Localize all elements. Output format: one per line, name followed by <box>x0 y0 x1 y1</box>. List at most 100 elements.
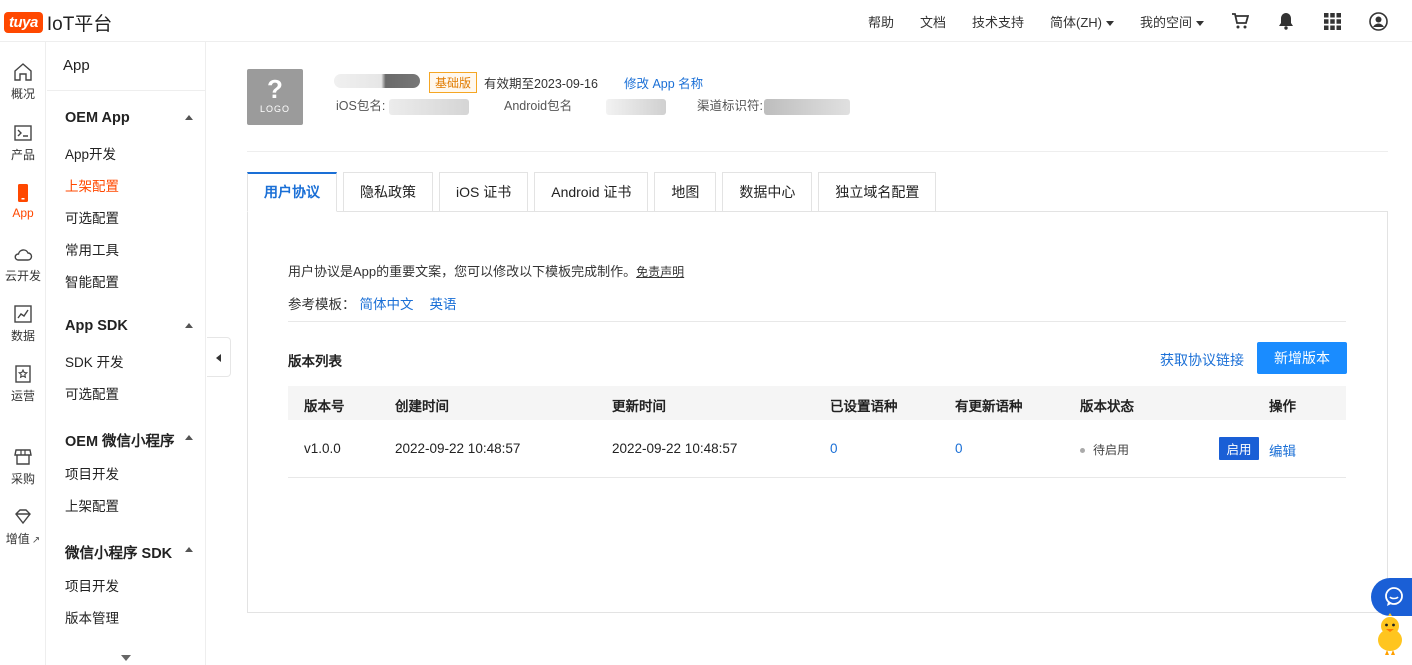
sidebar-item-release-config[interactable]: 上架配置 <box>65 175 119 195</box>
divider <box>47 90 205 91</box>
help-link[interactable]: 帮助 <box>868 12 894 31</box>
column-header: 版本号 <box>304 399 345 414</box>
chevron-down-icon <box>1196 20 1204 26</box>
bookmark-star-icon <box>15 365 31 383</box>
sidebar-item-optional-config[interactable]: 可选配置 <box>65 207 119 227</box>
add-version-button[interactable]: 新增版本 <box>1257 342 1347 374</box>
template-en-link[interactable]: 英语 <box>430 297 457 312</box>
channel-id: 渠道标识符: <box>697 95 851 115</box>
language-label: 简体(ZH) <box>1049 14 1102 30</box>
sidebar-title: App <box>63 57 90 74</box>
rail-label: 概况 <box>10 87 35 101</box>
rail-item-overview[interactable]: 概况 <box>0 62 46 102</box>
updated-cell: 2022-09-22 10:48:57 <box>612 441 738 456</box>
disclaimer-link[interactable]: 免责声明 <box>636 265 684 279</box>
tab-custom-domain[interactable]: 独立域名配置 <box>818 172 937 212</box>
rename-app-link[interactable]: 修改 App 名称 <box>624 73 703 92</box>
set-langs-link[interactable]: 0 <box>830 441 838 456</box>
group-title: App SDK <box>65 318 128 334</box>
rail-label: 增值 <box>5 532 30 546</box>
version-cell: v1.0.0 <box>304 441 341 456</box>
channel-id-redacted <box>764 98 851 115</box>
status-cell: 待启用 <box>1080 441 1129 458</box>
group-title: OEM 微信小程序 <box>65 434 175 450</box>
column-header: 创建时间 <box>395 399 449 414</box>
group-mini-program-sdk[interactable]: 微信小程序 SDK <box>65 542 193 563</box>
sidebar-item-smart-config[interactable]: 智能配置 <box>65 271 119 291</box>
mascot-duck-icon[interactable] <box>1374 612 1406 656</box>
rail-item-value-added[interactable]: 增值 ↗ <box>0 507 46 547</box>
chat-bubble-icon <box>1385 587 1403 606</box>
user-avatar-icon[interactable] <box>1368 11 1388 31</box>
ios-package-redacted <box>388 98 469 115</box>
updated-langs-link[interactable]: 0 <box>955 441 963 456</box>
chevron-up-icon <box>185 323 193 328</box>
sidebar-item-sdk-project-dev[interactable]: 项目开发 <box>65 575 119 595</box>
sidebar-item-sdk-dev[interactable]: SDK 开发 <box>65 351 124 371</box>
rail-item-cloud[interactable]: 云开发 <box>0 244 46 284</box>
tab-ios-cert[interactable]: iOS 证书 <box>439 172 529 212</box>
phone-icon <box>18 184 28 202</box>
template-row: 参考模板： 简体中文 英语 <box>288 293 457 313</box>
shop-icon <box>14 449 32 465</box>
scroll-down-icon[interactable] <box>121 655 131 661</box>
android-package-label: Android包名 <box>504 99 573 113</box>
group-title: OEM App <box>65 110 130 126</box>
tab-privacy-policy[interactable]: 隐私政策 <box>343 172 433 212</box>
sidebar-item-tools[interactable]: 常用工具 <box>65 239 119 259</box>
bell-icon[interactable] <box>1276 11 1296 31</box>
rail-label: 运营 <box>10 389 35 403</box>
group-oem-app[interactable]: OEM App <box>65 110 193 126</box>
sidebar-item-project-dev[interactable]: 项目开发 <box>65 463 119 483</box>
table-row: v1.0.0 2022-09-22 10:48:57 2022-09-22 10… <box>288 420 1346 478</box>
top-nav: 帮助 文档 技术支持 简体(ZH) 我的空间 <box>868 0 1412 42</box>
channel-id-label: 渠道标识符: <box>697 99 763 113</box>
logo-badge: tuya <box>4 12 43 33</box>
rail-item-operation[interactable]: 运营 <box>0 364 46 404</box>
top-bar: tuya IoT平台 帮助 文档 技术支持 简体(ZH) 我的空间 <box>0 0 1412 42</box>
tab-map[interactable]: 地图 <box>654 172 717 212</box>
sidebar-item-sdk-optional[interactable]: 可选配置 <box>65 383 119 403</box>
divider <box>247 151 1388 152</box>
language-dropdown[interactable]: 简体(ZH) <box>1050 12 1114 31</box>
tab-data-center[interactable]: 数据中心 <box>722 172 813 212</box>
status-dot <box>1080 447 1085 453</box>
cart-icon[interactable] <box>1230 11 1250 31</box>
divider <box>288 321 1346 322</box>
tab-user-agreement[interactable]: 用户协议 <box>247 172 337 212</box>
group-oem-mini-program[interactable]: OEM 微信小程序 <box>65 430 193 451</box>
ios-package: iOS包名: <box>336 95 469 115</box>
group-app-sdk[interactable]: App SDK <box>65 318 193 334</box>
rail-item-purchase[interactable]: 采购 <box>0 447 46 487</box>
workspace-dropdown[interactable]: 我的空间 <box>1140 12 1204 31</box>
version-list-title: 版本列表 <box>288 354 342 369</box>
apps-grid-icon[interactable] <box>1322 11 1342 31</box>
sidebar-collapse-button[interactable] <box>207 337 231 377</box>
intro-text: 用户协议是App的重要文案，您可以修改以下模板完成制作。 <box>288 264 637 279</box>
chevron-up-icon <box>185 115 193 120</box>
tab-android-cert[interactable]: Android 证书 <box>534 172 649 212</box>
rail-item-data[interactable]: 数据 <box>0 304 46 344</box>
app-logo: ? LOGO <box>247 69 303 125</box>
sidebar-item-version-manage[interactable]: 版本管理 <box>65 607 119 627</box>
diamond-icon <box>15 509 31 525</box>
support-link[interactable]: 技术支持 <box>972 12 1024 31</box>
sidebar-item-mini-release[interactable]: 上架配置 <box>65 495 119 515</box>
expire-date: 有效期至2023-09-16 <box>484 77 598 91</box>
ios-package-label: iOS包名: <box>336 99 386 113</box>
template-zh-link[interactable]: 简体中文 <box>360 297 414 312</box>
chart-icon <box>14 305 32 323</box>
sidebar-item-app-dev[interactable]: App开发 <box>65 143 116 163</box>
home-icon <box>14 63 32 81</box>
secondary-sidebar: App OEM App App开发 上架配置 可选配置 常用工具 智能配置 Ap… <box>47 42 206 665</box>
rail-item-product[interactable]: 产品 <box>0 123 46 163</box>
tuya-logo[interactable]: tuya IoT平台 <box>4 9 112 36</box>
column-header: 有更新语种 <box>955 399 1023 414</box>
get-agreement-link[interactable]: 获取协议链接 <box>1160 350 1244 370</box>
docs-link[interactable]: 文档 <box>920 12 946 31</box>
table-header: 版本号 创建时间 更新时间 已设置语种 有更新语种 版本状态 操作 <box>288 386 1346 420</box>
rail-item-app[interactable]: App <box>0 183 46 220</box>
edit-link[interactable]: 编辑 <box>1269 440 1296 460</box>
chat-support-button[interactable] <box>1371 578 1412 616</box>
enable-button[interactable]: 启用 <box>1219 437 1259 460</box>
